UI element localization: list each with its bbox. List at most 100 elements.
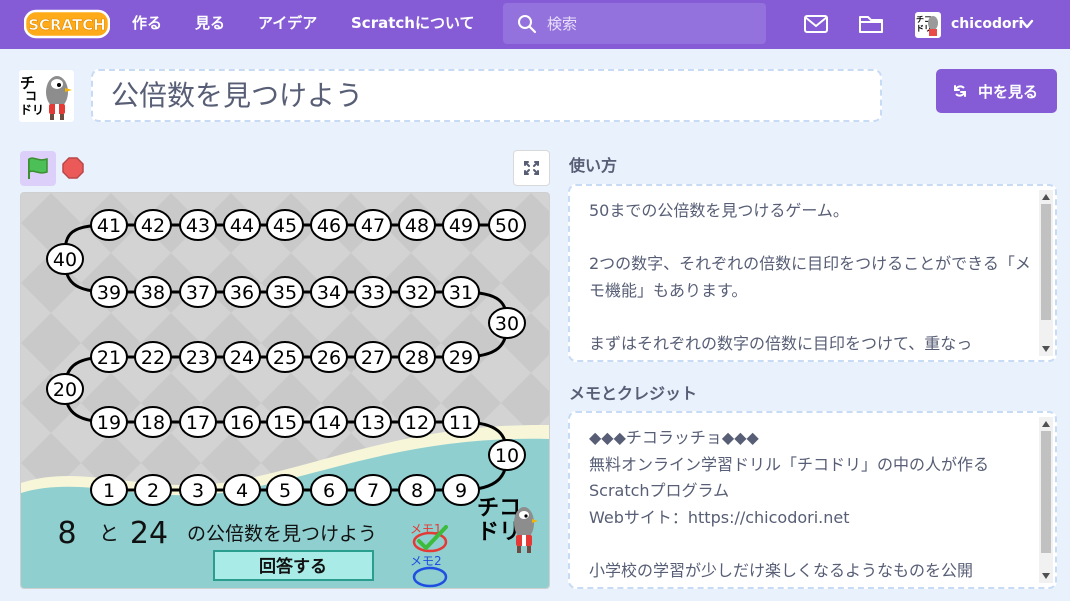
- number-circle-label: 30: [495, 313, 519, 335]
- number-circle[interactable]: 28: [398, 341, 436, 373]
- number-circle[interactable]: 16: [223, 406, 261, 438]
- number-circle[interactable]: 35: [266, 276, 304, 308]
- nav-link-explore[interactable]: 見る: [195, 0, 225, 49]
- number-circle-label: 5: [279, 480, 291, 502]
- number-circle-label: 49: [449, 215, 473, 237]
- instructions-scrollbar[interactable]: [1039, 190, 1053, 356]
- number-circle[interactable]: 24: [223, 341, 261, 373]
- number-circle[interactable]: 38: [134, 276, 172, 308]
- number-circle-label: 17: [186, 412, 210, 434]
- green-flag-button[interactable]: [20, 151, 56, 186]
- number-circle-label: 13: [361, 412, 385, 434]
- number-circle[interactable]: 6: [310, 474, 348, 506]
- logo-line1: チコ: [477, 496, 521, 521]
- search-input[interactable]: [547, 11, 757, 37]
- number-circle[interactable]: 37: [179, 276, 217, 308]
- number-circle[interactable]: 13: [354, 406, 392, 438]
- my-stuff-folder-icon[interactable]: [857, 11, 885, 37]
- nav-link-create[interactable]: 作る: [132, 0, 162, 49]
- number-circle[interactable]: 39: [90, 276, 128, 308]
- number-circle[interactable]: 40: [46, 243, 84, 275]
- number-circle[interactable]: 19: [90, 406, 128, 438]
- number-circle[interactable]: 43: [179, 209, 217, 241]
- number-circle[interactable]: 46: [310, 209, 348, 241]
- number-circle[interactable]: 5: [266, 474, 304, 506]
- stop-button[interactable]: [62, 157, 84, 179]
- number-circle[interactable]: 8: [398, 474, 436, 506]
- number-circle-label: 23: [186, 347, 210, 369]
- scratch-logo[interactable]: SCRATCH: [24, 8, 110, 40]
- number-circle[interactable]: 30: [488, 307, 526, 339]
- messages-icon[interactable]: [802, 11, 830, 37]
- number-circle-label: 31: [449, 282, 473, 304]
- nav-link-ideas[interactable]: アイデア: [258, 0, 317, 49]
- credits-scroll-thumb[interactable]: [1041, 431, 1051, 553]
- number-circle-label: 48: [405, 215, 429, 237]
- number-circle[interactable]: 25: [266, 341, 304, 373]
- project-author-avatar[interactable]: チ コ ドリ: [19, 70, 74, 122]
- number-circle[interactable]: 34: [310, 276, 348, 308]
- number-circle-label: 22: [141, 347, 165, 369]
- see-inside-button[interactable]: 中を見る: [936, 69, 1057, 113]
- number-circle[interactable]: 3: [179, 474, 217, 506]
- number-circle-label: 32: [405, 282, 429, 304]
- number-circle[interactable]: 11: [442, 406, 480, 438]
- number-circle[interactable]: 22: [134, 341, 172, 373]
- number-circle[interactable]: 1: [90, 474, 128, 506]
- number-circle[interactable]: 50: [488, 209, 526, 241]
- number-circle-label: 25: [273, 347, 297, 369]
- scroll-up-icon[interactable]: [1042, 421, 1050, 427]
- scroll-down-icon[interactable]: [1042, 346, 1050, 352]
- number-circle[interactable]: 20: [46, 373, 84, 405]
- project-title-field[interactable]: 公倍数を見つけよう: [91, 69, 882, 122]
- number-circle[interactable]: 14: [310, 406, 348, 438]
- number-circle[interactable]: 4: [223, 474, 261, 506]
- chevron-down-icon[interactable]: [1020, 17, 1034, 31]
- number-circle[interactable]: 45: [266, 209, 304, 241]
- number-circle[interactable]: 32: [398, 276, 436, 308]
- project-stage[interactable]: 1 2 3 4 5 6 7 8 9 10 11 12 13 14 15 16 17 18 19 20 21 22 23 24 2…: [20, 192, 550, 589]
- number-circle-label: 37: [186, 282, 210, 304]
- number-circle-label: 35: [273, 282, 297, 304]
- number-circle[interactable]: 15: [266, 406, 304, 438]
- number-circle[interactable]: 17: [179, 406, 217, 438]
- scroll-down-icon[interactable]: [1042, 573, 1050, 579]
- credits-box[interactable]: ◆◆◆チコラッチョ◆◆◆ 無料オンライン学習ドリル「チコドリ」の中の人が作るSc…: [568, 411, 1057, 589]
- credits-scrollbar[interactable]: [1039, 417, 1053, 583]
- number-circle-label: 41: [97, 215, 121, 237]
- number-circle[interactable]: 48: [398, 209, 436, 241]
- number-circle[interactable]: 26: [310, 341, 348, 373]
- number-circle[interactable]: 33: [354, 276, 392, 308]
- number-circle[interactable]: 42: [134, 209, 172, 241]
- instructions-scroll-thumb[interactable]: [1041, 204, 1051, 320]
- number-circle[interactable]: 7: [354, 474, 392, 506]
- number-circle-label: 21: [97, 347, 121, 369]
- number-circle-label: 45: [273, 215, 297, 237]
- number-circle[interactable]: 18: [134, 406, 172, 438]
- number-circle[interactable]: 10: [488, 439, 526, 471]
- number-circle[interactable]: 41: [90, 209, 128, 241]
- number-circle[interactable]: 27: [354, 341, 392, 373]
- number-circle-label: 4: [236, 480, 248, 502]
- number-circle[interactable]: 21: [90, 341, 128, 373]
- user-avatar[interactable]: チコ ドリ: [915, 12, 941, 38]
- number-circle-label: 20: [53, 379, 77, 401]
- scroll-up-icon[interactable]: [1042, 194, 1050, 200]
- number-circle[interactable]: 44: [223, 209, 261, 241]
- number-circle[interactable]: 12: [398, 406, 436, 438]
- number-circle[interactable]: 49: [442, 209, 480, 241]
- number-circle[interactable]: 36: [223, 276, 261, 308]
- nav-link-about[interactable]: Scratchについて: [351, 0, 475, 49]
- number-circle[interactable]: 29: [442, 341, 480, 373]
- number-a: 8: [57, 516, 76, 551]
- username[interactable]: chicodori: [951, 0, 1023, 48]
- instructions-box[interactable]: 50までの公倍数を見つけるゲーム。 2つの数字、それぞれの倍数に目印をつけること…: [568, 184, 1057, 362]
- number-circle-label: 16: [230, 412, 254, 434]
- fullscreen-button[interactable]: [513, 150, 550, 186]
- number-circle[interactable]: 9: [442, 474, 480, 506]
- see-inside-label: 中を見る: [978, 83, 1039, 101]
- number-circle[interactable]: 2: [134, 474, 172, 506]
- number-circle[interactable]: 47: [354, 209, 392, 241]
- number-circle[interactable]: 31: [442, 276, 480, 308]
- number-circle[interactable]: 23: [179, 341, 217, 373]
